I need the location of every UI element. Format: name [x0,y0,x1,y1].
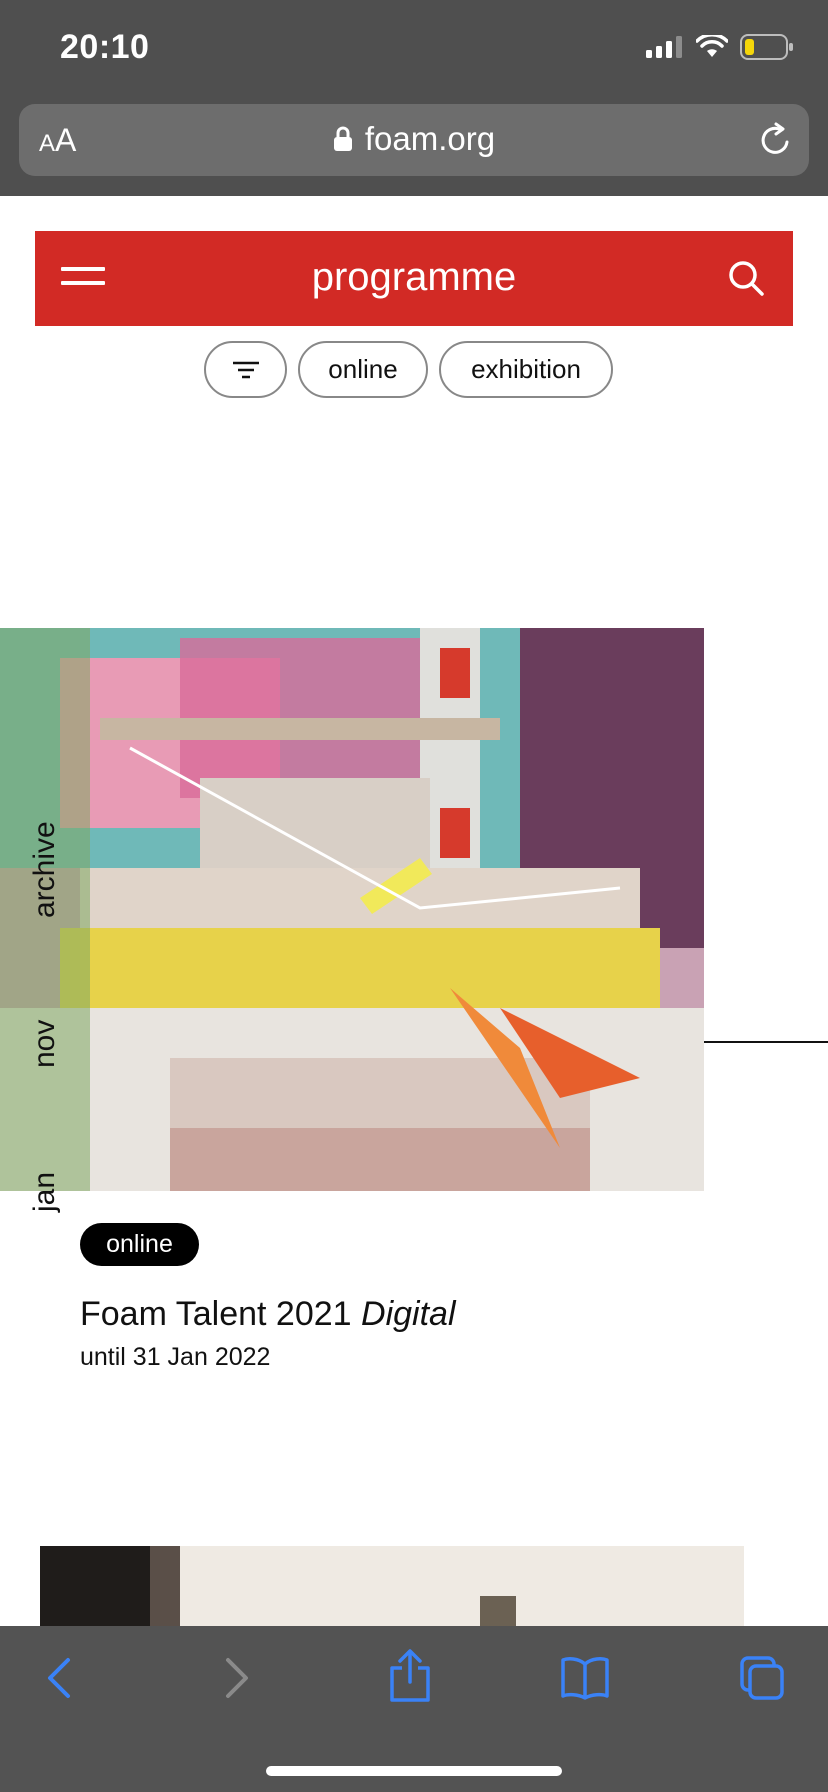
reload-icon[interactable] [759,122,793,158]
share-icon[interactable] [388,1648,432,1704]
back-icon[interactable] [42,1654,78,1702]
screen: 20:10 AA foam.org programme online exhib… [0,0,828,1792]
battery-icon [740,34,793,60]
search-icon[interactable] [727,259,765,297]
url-text: foam.org [364,120,496,157]
filter-chip-exhibition[interactable]: exhibition [439,341,613,398]
bookmarks-icon[interactable] [560,1654,610,1700]
timeline: jan nov archive [0,800,70,1220]
filter-bar: online exhibition [204,341,613,398]
event-type-badge: online [80,1223,199,1266]
home-indicator[interactable] [266,1766,562,1776]
timeline-label-nov[interactable]: nov [28,1020,62,1068]
forward-icon[interactable] [218,1654,254,1702]
tabs-icon[interactable] [738,1654,786,1702]
next-event-image[interactable] [40,1546,744,1626]
url-display[interactable]: foam.org [19,120,809,158]
site-header: programme [35,231,793,326]
filter-button[interactable] [204,341,287,398]
timeline-divider [704,1041,828,1043]
filter-chip-online[interactable]: online [298,341,428,398]
status-time: 20:10 [60,28,150,66]
event-title-italic: Digital [361,1295,456,1333]
timeline-label-archive[interactable]: archive [28,821,62,918]
filter-icon [232,361,259,378]
wifi-icon [696,35,728,57]
lock-icon [333,126,352,151]
url-bar[interactable]: AA foam.org [19,104,809,176]
status-icons [646,34,794,60]
event-title-main: Foam Talent 2021 [80,1295,352,1333]
page-title: programme [311,255,517,299]
event-image[interactable] [0,628,704,1191]
browser-top-chrome: 20:10 AA foam.org [0,0,828,196]
event-title[interactable]: Foam Talent 2021 Digital [80,1295,456,1334]
signal-icon [646,36,682,58]
timeline-label-jan[interactable]: jan [28,1172,62,1212]
event-date: until 31 Jan 2022 [80,1343,271,1371]
